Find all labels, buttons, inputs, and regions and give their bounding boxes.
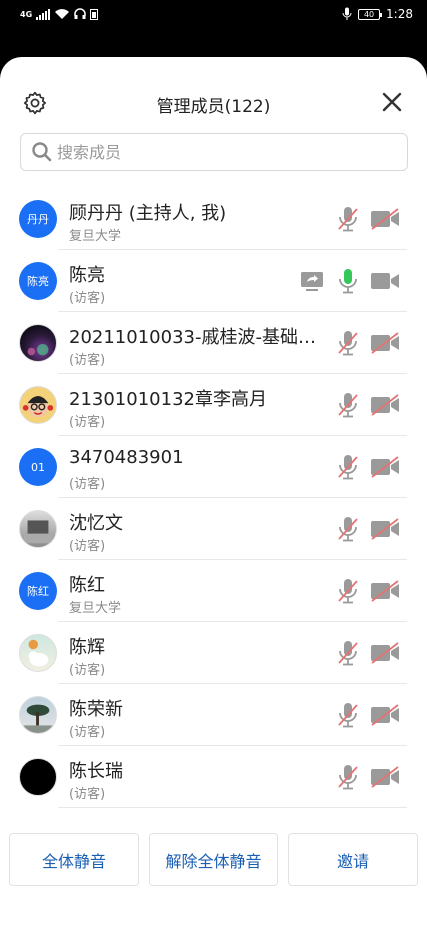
member-list: 丹丹 顾丹丹 (主持人, 我) 复旦大学 陈亮 陈亮 (访客) 20211010033-戚桂… [0, 188, 427, 808]
member-role: (访客) [69, 663, 106, 678]
avatar [19, 758, 57, 796]
member-row[interactable]: 陈长瑞 (访客) [0, 746, 427, 808]
microphone-muted-icon[interactable] [337, 329, 359, 357]
avatar [19, 634, 57, 672]
microphone-muted-icon[interactable] [337, 515, 359, 543]
camera-off-icon[interactable] [370, 455, 400, 479]
member-name: 3470483901 [69, 447, 184, 468]
camera-icon[interactable] [370, 269, 400, 293]
camera-off-icon[interactable] [370, 641, 400, 665]
search-input[interactable] [57, 142, 357, 162]
member-row[interactable]: 陈亮 陈亮 (访客) [0, 250, 427, 312]
avatar [19, 324, 57, 362]
member-name: 陈辉 [69, 637, 105, 658]
member-name: 陈长瑞 [69, 761, 123, 782]
member-role: (访客) [69, 725, 106, 740]
unmute-all-button[interactable]: 解除全体静音 [149, 833, 278, 886]
microphone-muted-icon[interactable] [337, 577, 359, 605]
microphone-muted-icon[interactable] [337, 763, 359, 791]
microphone-muted-icon[interactable] [337, 701, 359, 729]
battery-icon: 40 [358, 8, 383, 20]
avatar: 陈亮 [19, 262, 57, 300]
member-role: (访客) [69, 787, 106, 802]
member-name: 20211010033-戚桂波-基础医学院 [69, 327, 319, 348]
member-name: 陈红 [69, 575, 105, 596]
member-row[interactable]: 21301010132章李高月 (访客) [0, 374, 427, 436]
avatar [19, 510, 57, 548]
members-sheet: 管理成员(122) 丹丹顾丹丹 (主持人, 我)复旦大学陈亮陈亮(访客)2021… [0, 57, 427, 926]
divider [58, 807, 407, 808]
page-title: 管理成员(122) [156, 97, 271, 117]
camera-off-icon[interactable] [370, 703, 400, 727]
member-role: (访客) [69, 415, 106, 430]
avatar-initials: 丹丹 [27, 213, 49, 226]
search-icon [32, 142, 52, 162]
member-name: 陈荣新 [69, 699, 123, 720]
network-label: 4G [20, 9, 33, 19]
member-row[interactable]: 陈红 陈红复旦大学 [0, 560, 427, 622]
microphone-muted-icon[interactable] [337, 205, 359, 233]
member-row[interactable]: 01 3470483901 (访客) [0, 436, 427, 498]
camera-off-icon[interactable] [370, 517, 400, 541]
member-row[interactable]: 丹丹 顾丹丹 (主持人, 我) 复旦大学 [0, 188, 427, 250]
battery-level: 40 [363, 9, 375, 19]
member-name: 沈忆文 [69, 513, 123, 534]
camera-off-icon[interactable] [370, 393, 400, 417]
battery-small-icon [90, 9, 99, 20]
avatar: 陈红 [19, 572, 57, 610]
member-row[interactable]: 陈荣新 (访客) [0, 684, 427, 746]
status-left: 4G [20, 8, 99, 20]
member-role: (访客) [69, 353, 106, 368]
microphone-muted-icon[interactable] [337, 391, 359, 419]
member-role: 复旦大学 [69, 601, 122, 616]
footer-actions: 全体静音 解除全体静音 邀请 [0, 833, 427, 887]
microphone-icon[interactable] [337, 267, 359, 295]
clock: 1:28 [386, 7, 413, 21]
member-name: 顾丹丹 (主持人, 我) [69, 203, 227, 224]
microphone-status-icon [342, 7, 352, 20]
member-role: (访客) [69, 291, 106, 306]
member-role: (访客) [69, 477, 106, 492]
member-name: 陈亮 [69, 265, 105, 286]
member-role: 复旦大学 [69, 229, 122, 244]
invite-button[interactable]: 邀请 [288, 833, 418, 886]
avatar [19, 386, 57, 424]
avatar: 01 [19, 448, 57, 486]
headphones-icon [74, 8, 86, 19]
avatar: 丹丹 [19, 200, 57, 238]
member-name: 21301010132章李高月 [69, 389, 267, 410]
close-icon[interactable] [381, 91, 403, 113]
wifi-icon [55, 9, 70, 19]
mute-all-button[interactable]: 全体静音 [9, 833, 139, 886]
avatar [19, 696, 57, 734]
search-box[interactable] [20, 133, 408, 171]
microphone-muted-icon[interactable] [337, 639, 359, 667]
camera-off-icon[interactable] [370, 765, 400, 789]
camera-off-icon[interactable] [370, 579, 400, 603]
camera-off-icon[interactable] [370, 331, 400, 355]
status-right: 40 1:28 [342, 7, 413, 21]
avatar-initials: 陈红 [27, 585, 49, 598]
microphone-muted-icon[interactable] [337, 453, 359, 481]
member-row[interactable]: 20211010033-戚桂波-基础医学院 (访客) [0, 312, 427, 374]
member-role: (访客) [69, 539, 106, 554]
member-row[interactable]: 沈忆文 (访客) [0, 498, 427, 560]
member-row[interactable]: 陈辉 (访客) [0, 622, 427, 684]
screen-share-icon[interactable] [300, 270, 324, 292]
signal-icon [36, 8, 51, 20]
avatar-initials: 陈亮 [27, 275, 49, 288]
status-bar: 4G 40 1:28 [0, 0, 427, 32]
camera-off-icon[interactable] [370, 207, 400, 231]
avatar-initials: 01 [31, 460, 45, 474]
